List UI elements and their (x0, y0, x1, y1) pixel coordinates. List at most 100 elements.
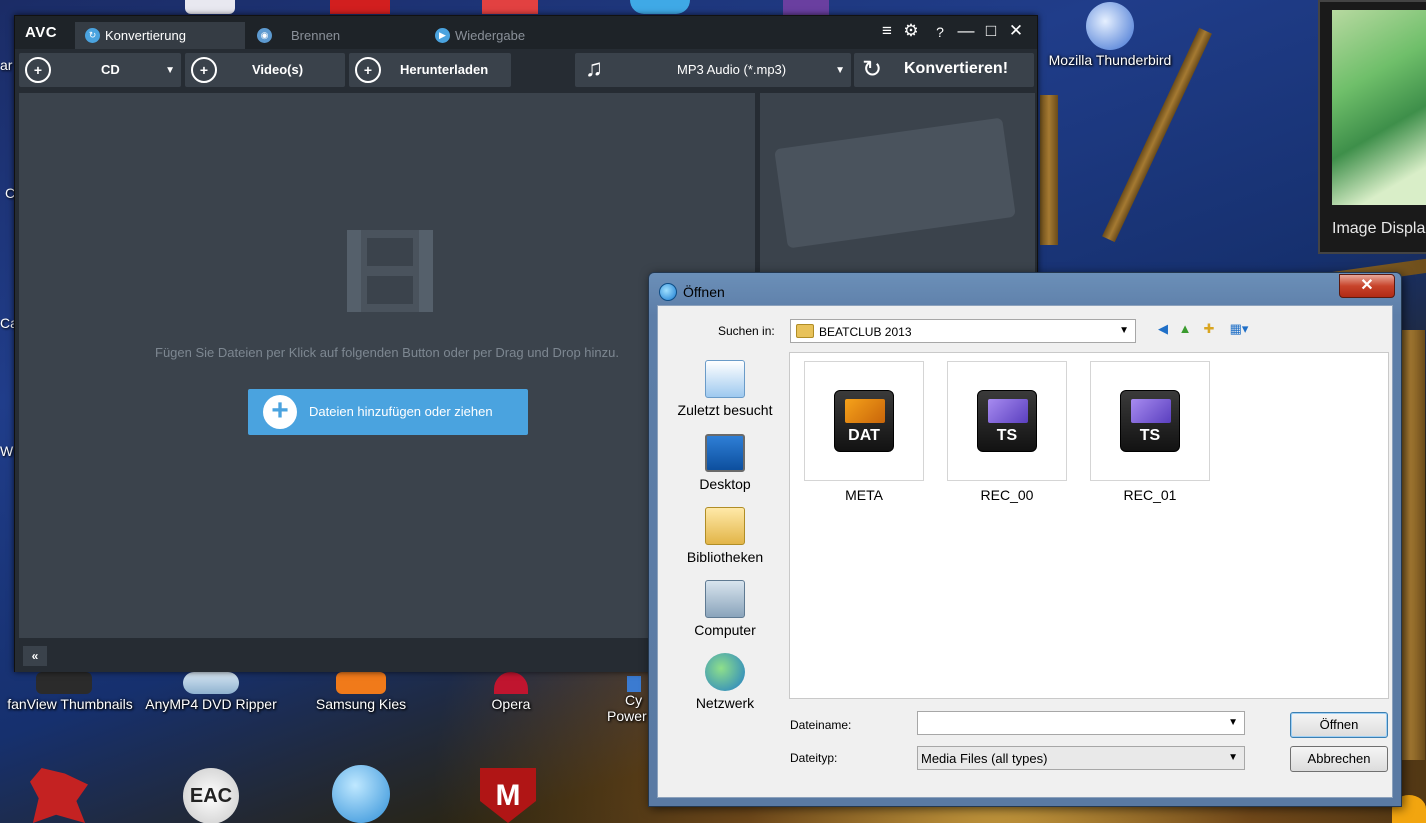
place-libraries[interactable]: Bibliotheken (664, 507, 786, 565)
back-icon[interactable]: ◀ (1154, 320, 1172, 338)
format-label: MP3 Audio (*.mp3) (677, 62, 787, 77)
cd-label: CD (101, 62, 120, 77)
gear-icon[interactable]: ⚙ (900, 21, 922, 41)
desktop-icon-label: Mozilla Thunderbird (1048, 52, 1172, 68)
widget-caption: Image Displa (1332, 220, 1426, 237)
open-button[interactable]: Öffnen (1290, 712, 1388, 738)
tab-konvertierung[interactable]: ↻ Konvertierung (75, 22, 245, 49)
computer-icon (705, 580, 745, 618)
place-recent[interactable]: Zuletzt besucht (664, 360, 786, 418)
add-video-button[interactable]: + Video(s) (185, 53, 345, 87)
desktop-icon-partial[interactable] (783, 0, 829, 16)
close-icon[interactable]: ✕ (1005, 21, 1027, 41)
chevron-down-icon: ▼ (1228, 717, 1238, 728)
place-desktop[interactable]: Desktop (664, 434, 786, 492)
wallpaper-beam (1040, 95, 1058, 245)
file-icon-emblem (1131, 399, 1171, 423)
file-ext: TS (996, 427, 1018, 444)
videos-label: Video(s) (252, 62, 304, 77)
convert-button[interactable]: ↻ Konvertieren! (854, 53, 1034, 87)
tab-brennen[interactable]: ◉ Brennen (247, 22, 417, 49)
download-label: Herunterladen (400, 62, 489, 77)
desktop-icon-eac[interactable]: EAC (183, 768, 239, 823)
file-name: REC_00 (980, 487, 1034, 503)
video-add-icon: + (191, 57, 217, 83)
samsung-kies-icon (336, 672, 386, 694)
place-label: Computer (694, 622, 756, 638)
desktop-icon-samsung-kies[interactable]: Samsung Kies (286, 672, 436, 712)
place-computer[interactable]: Computer (664, 580, 786, 638)
file-item[interactable]: TS REC_01 (1090, 361, 1210, 503)
help-icon[interactable]: ? (929, 24, 951, 40)
desktop-icon-anymp4[interactable]: AnyMP4 DVD Ripper (136, 672, 286, 712)
widget-photo (1332, 10, 1426, 205)
look-in-value: BEATCLUB 2013 (819, 325, 912, 339)
desktop-icon (705, 434, 745, 472)
filename-input[interactable]: ▼ (917, 711, 1245, 735)
network-icon (705, 653, 745, 691)
avc-toolbar: + CD ▼ + Video(s) + Herunterladen ♫ MP3 … (15, 49, 1037, 91)
shortcut-arrow-icon (627, 676, 641, 692)
image-display-widget[interactable]: Image Displa (1318, 0, 1426, 254)
place-label: Netzwerk (695, 695, 755, 711)
file-list[interactable]: DAT META TS REC_00 TS REC_01 (789, 352, 1389, 699)
desktop-icon-opera[interactable]: Opera (436, 672, 586, 712)
thunderbird-icon (1086, 2, 1134, 50)
dat-file-icon: DAT (834, 390, 894, 452)
chevron-down-icon: ▼ (1228, 752, 1238, 763)
desktop-icon-label: AnyMP4 DVD Ripper (145, 696, 277, 712)
minimize-icon[interactable]: — (955, 21, 977, 41)
chevron-down-icon: ▼ (165, 65, 175, 76)
file-thumbnail: TS (1090, 361, 1210, 481)
desktop-icon-thunderbird[interactable]: Mozilla Thunderbird (1035, 2, 1185, 68)
file-thumbnail: TS (947, 361, 1067, 481)
desktop-icon-partial[interactable] (330, 0, 390, 14)
file-name: REC_01 (1123, 487, 1177, 503)
file-icon-emblem (845, 399, 885, 423)
look-in-dropdown[interactable]: BEATCLUB 2013 ▼ (790, 319, 1136, 343)
play-icon: ▶ (435, 28, 450, 43)
avc-titlebar[interactable]: AVC ↻ Konvertierung ◉ Brennen ▶ Wiederga… (15, 16, 1037, 49)
cancel-button[interactable]: Abbrechen (1290, 746, 1388, 772)
file-ext: TS (1139, 427, 1161, 444)
desktop-icon-partial[interactable] (185, 0, 235, 14)
thumbnails-icon (36, 672, 92, 694)
filetype-value: Media Files (all types) (921, 751, 1048, 766)
tab-wiedergabe[interactable]: ▶ Wiedergabe (425, 22, 595, 49)
dvd-ripper-icon (183, 672, 239, 694)
output-format-dropdown[interactable]: ♫ MP3 Audio (*.mp3) ▼ (575, 53, 851, 87)
open-file-dialog: Öffnen ✕ Suchen in: BEATCLUB 2013 ▼ ◀ ▲ … (648, 272, 1402, 807)
close-button[interactable]: ✕ (1339, 274, 1395, 298)
collapse-button[interactable]: « (23, 646, 47, 666)
place-label: Desktop (699, 476, 751, 492)
refresh-icon: ↻ (862, 56, 883, 83)
download-button[interactable]: + Herunterladen (349, 53, 511, 87)
maximize-icon[interactable]: □ (980, 21, 1002, 41)
filetype-select[interactable]: Media Files (all types) ▼ (917, 746, 1245, 770)
add-files-button[interactable]: + Dateien hinzufügen oder ziehen (248, 389, 528, 435)
filename-label: Dateiname: (790, 718, 852, 732)
plus-icon: + (263, 395, 297, 429)
desktop-icon-partial[interactable] (630, 0, 690, 14)
view-menu-icon[interactable]: ▦▾ (1224, 320, 1254, 338)
convert-label: Konvertieren! (904, 60, 1009, 77)
desktop-icon-partial[interactable] (482, 0, 538, 14)
file-item[interactable]: TS REC_00 (947, 361, 1067, 503)
place-network[interactable]: Netzwerk (664, 653, 786, 711)
desktop-icon-label: Opera (491, 696, 531, 712)
up-folder-icon[interactable]: ▲ (1176, 320, 1194, 338)
desktop-icon-globe[interactable] (332, 765, 390, 823)
cd-button[interactable]: + CD ▼ (19, 53, 181, 87)
menu-icon[interactable]: ≡ (876, 21, 898, 41)
file-item[interactable]: DAT META (804, 361, 924, 503)
dialog-app-icon (659, 283, 677, 301)
dialog-title: Öffnen (683, 284, 725, 300)
ts-file-icon: TS (977, 390, 1037, 452)
desktop-icon-fastview[interactable]: fanView Thumbnails (0, 672, 140, 712)
chevron-down-icon: ▼ (835, 65, 845, 76)
new-folder-icon[interactable]: ✚ (1200, 320, 1218, 338)
desktop-icon-cyberlink[interactable]: Cy Power (605, 676, 649, 724)
opera-icon (494, 672, 528, 694)
file-list-area[interactable]: Fügen Sie Dateien per Klick auf folgende… (19, 93, 755, 638)
music-note-icon: ♫ (585, 55, 603, 82)
